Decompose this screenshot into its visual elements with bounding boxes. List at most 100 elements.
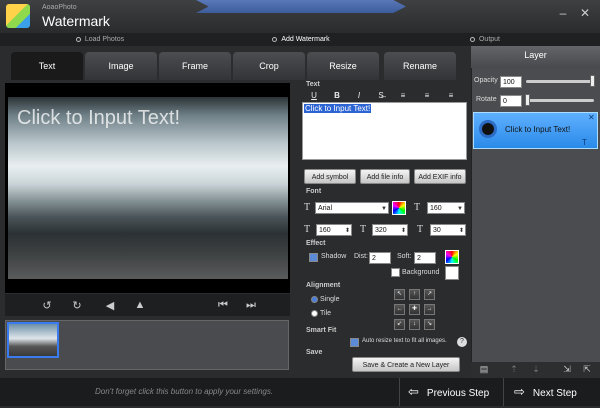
letter-spacing-value: 30 (433, 227, 441, 234)
section-label-font: Font (306, 188, 322, 195)
layer-text-type-icon: T (582, 138, 587, 147)
hint-text: Don't forget click this button to apply … (95, 387, 274, 396)
text-width-value: 160 (319, 227, 331, 234)
underline-button[interactable]: U (307, 90, 321, 101)
help-icon[interactable]: ? (457, 337, 467, 347)
step-add-watermark[interactable]: Add Watermark (196, 33, 406, 46)
align-right-icon[interactable]: → (424, 304, 435, 315)
close-button[interactable]: ✕ (578, 6, 592, 20)
arrow-right-icon: ⇨ (514, 384, 525, 399)
move-layer-up-icon[interactable]: ⇡ (508, 364, 520, 375)
opacity-slider-handle[interactable] (590, 75, 595, 87)
align-top-icon[interactable]: ↑ (409, 289, 420, 300)
next-image-icon[interactable]: ⏭ (244, 299, 258, 312)
tab-resize[interactable]: Resize (307, 52, 379, 80)
shadow-color-picker[interactable] (445, 250, 459, 264)
tile-label: Tile (320, 310, 332, 317)
flip-vertical-icon[interactable]: ▲ (133, 299, 147, 311)
step-dot-icon (469, 36, 475, 42)
bottom-bar (0, 378, 600, 406)
rotate-label: Rotate (476, 96, 497, 103)
flip-horizontal-icon[interactable]: ◀ (103, 299, 117, 312)
shadow-softness-value: 2 (417, 255, 421, 262)
next-step-label: Next Step (532, 388, 577, 399)
chevron-down-icon: ▼ (381, 206, 387, 212)
bold-button[interactable]: B (330, 90, 344, 101)
add-file-info-button[interactable]: Add file info (360, 169, 410, 184)
opacity-input[interactable]: 100 (500, 76, 522, 88)
align-center-button[interactable]: ≡ (420, 90, 434, 101)
rotate-left-icon[interactable]: ↺ (40, 299, 54, 312)
save-create-layer-button[interactable]: Save & Create a New Layer (352, 357, 460, 372)
app-logo (6, 4, 30, 28)
rotate-right-icon[interactable]: ↻ (70, 299, 84, 312)
single-label: Single (320, 296, 340, 303)
text-height-stepper[interactable]: 320 ⬍ (372, 224, 408, 236)
font-size-value: 160 (430, 205, 442, 212)
italic-button[interactable]: I (352, 90, 366, 101)
shadow-distance-stepper[interactable]: 2 (369, 252, 391, 264)
opacity-value: 100 (503, 79, 515, 86)
rotate-input[interactable]: 0 (500, 95, 522, 107)
background-checkbox[interactable] (391, 268, 400, 277)
align-top-right-icon[interactable]: ↗ (424, 289, 435, 300)
align-center-icon[interactable]: ✚ (409, 304, 420, 315)
strikethrough-button[interactable]: S̶ (374, 90, 388, 101)
align-left-button[interactable]: ≡ (396, 90, 410, 101)
preview-pane: Click to Input Text! (5, 83, 290, 293)
add-exif-info-button[interactable]: Add EXIF info (414, 169, 466, 184)
step-dot-icon (75, 36, 81, 42)
export-layer-icon[interactable]: ⇱ (581, 364, 593, 375)
auto-resize-checkbox[interactable] (350, 338, 359, 347)
shadow-checkbox[interactable] (309, 253, 318, 262)
step-output[interactable]: Output (400, 33, 570, 46)
visibility-eye-icon[interactable] (479, 120, 497, 138)
brand-subtitle: AoaoPhoto (42, 4, 77, 11)
font-size-select[interactable]: 160 ▼ (427, 202, 465, 214)
tab-rename[interactable]: Rename (384, 52, 456, 80)
move-layer-down-icon[interactable]: ⇣ (530, 364, 542, 375)
tab-text[interactable]: Text (11, 52, 83, 80)
thumbnail-item[interactable] (7, 322, 59, 358)
align-left-icon[interactable]: ← (394, 304, 405, 315)
new-layer-icon[interactable]: ▤ (478, 364, 490, 375)
align-bottom-icon[interactable]: ↓ (409, 319, 420, 330)
watermark-text-preview[interactable]: Click to Input Text! (17, 107, 180, 130)
tab-frame[interactable]: Frame (159, 52, 231, 80)
background-color-picker[interactable] (445, 266, 459, 280)
layer-delete-icon[interactable]: ✕ (588, 113, 595, 122)
rotate-slider-handle[interactable] (525, 94, 530, 106)
opacity-slider-track[interactable] (526, 80, 594, 83)
minimize-button[interactable]: – (556, 6, 570, 20)
add-symbol-button[interactable]: Add symbol (304, 169, 356, 184)
soft-label: Soft: (397, 253, 412, 260)
tile-radio[interactable] (311, 310, 318, 317)
font-color-picker[interactable] (392, 201, 406, 215)
letter-spacing-icon: T (417, 224, 424, 235)
opacity-label: Opacity (474, 77, 498, 84)
previous-step-button[interactable]: ⇦ Previous Step (408, 378, 489, 406)
letter-spacing-stepper[interactable]: 30 ⬍ (430, 224, 466, 236)
stepper-icon: ⬍ (458, 228, 464, 234)
align-top-left-icon[interactable]: ↖ (394, 289, 405, 300)
shadow-distance-value: 2 (372, 255, 376, 262)
shadow-softness-stepper[interactable]: 2 (414, 252, 436, 264)
step-dot-icon (272, 36, 278, 42)
section-label-text: Text (306, 81, 320, 88)
align-bottom-right-icon[interactable]: ↘ (424, 319, 435, 330)
import-layer-icon[interactable]: ⇲ (561, 364, 573, 375)
tab-crop[interactable]: Crop (233, 52, 305, 80)
align-bottom-left-icon[interactable]: ↙ (394, 319, 405, 330)
background-label: Background (402, 269, 440, 276)
text-width-stepper[interactable]: 160 ⬍ (316, 224, 352, 236)
layer-panel-title: Layer (471, 46, 600, 68)
step-load-photos[interactable]: Load Photos (0, 33, 200, 46)
tab-image[interactable]: Image (85, 52, 157, 80)
font-family-select[interactable]: Arial ▼ (315, 202, 389, 214)
previous-image-icon[interactable]: ⏮ (216, 299, 230, 312)
rotate-slider-track[interactable] (526, 99, 594, 102)
next-step-button[interactable]: ⇨ Next Step (514, 378, 577, 406)
section-label-save: Save (306, 349, 323, 356)
single-radio[interactable] (311, 296, 318, 303)
align-right-button[interactable]: ≡ (444, 90, 458, 101)
